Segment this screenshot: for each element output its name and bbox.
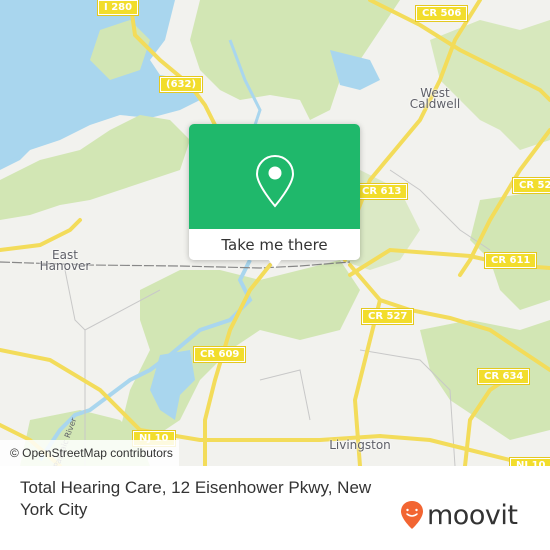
road-shield-i-280: I 280 <box>96 0 140 16</box>
popup-pointer <box>267 258 283 268</box>
moovit-pin-icon <box>401 501 423 529</box>
road-shield-cr-634: CR 634 <box>476 368 531 385</box>
road-shield-cr-613: CR 613 <box>354 183 409 200</box>
directions-popup: Take me there <box>189 124 360 268</box>
road-east-hanover <box>0 218 82 252</box>
road-shield-632: (632) <box>158 76 204 93</box>
place-label-east-hanover: East Hanover <box>39 248 91 273</box>
map-attribution[interactable]: © OpenStreetMap contributors <box>0 440 179 466</box>
place-label-livingston: Livingston <box>329 438 391 452</box>
park-east <box>470 190 550 310</box>
location-title: Total Hearing Care, 12 Eisenhower Pkwy, … <box>20 478 372 519</box>
take-me-there-button[interactable]: Take me there <box>189 229 360 260</box>
moovit-logo[interactable]: moovit <box>400 499 518 531</box>
location-pin-icon <box>255 154 295 208</box>
road-shield-cr-611: CR 611 <box>483 252 538 269</box>
moovit-wordmark: moovit <box>427 499 518 531</box>
road-shield-cr-609: CR 609 <box>192 346 247 363</box>
road-shield-cr-506: CR 506 <box>414 5 469 22</box>
road-shield-cr-527-south: CR 527 <box>360 308 415 325</box>
road-shield-cr-527-east: CR 527 <box>511 177 550 194</box>
place-label-west-caldwell: West Caldwell <box>409 86 461 111</box>
road-shield-nj-10-east: NJ 10 <box>509 457 550 466</box>
popup-header <box>189 124 360 229</box>
